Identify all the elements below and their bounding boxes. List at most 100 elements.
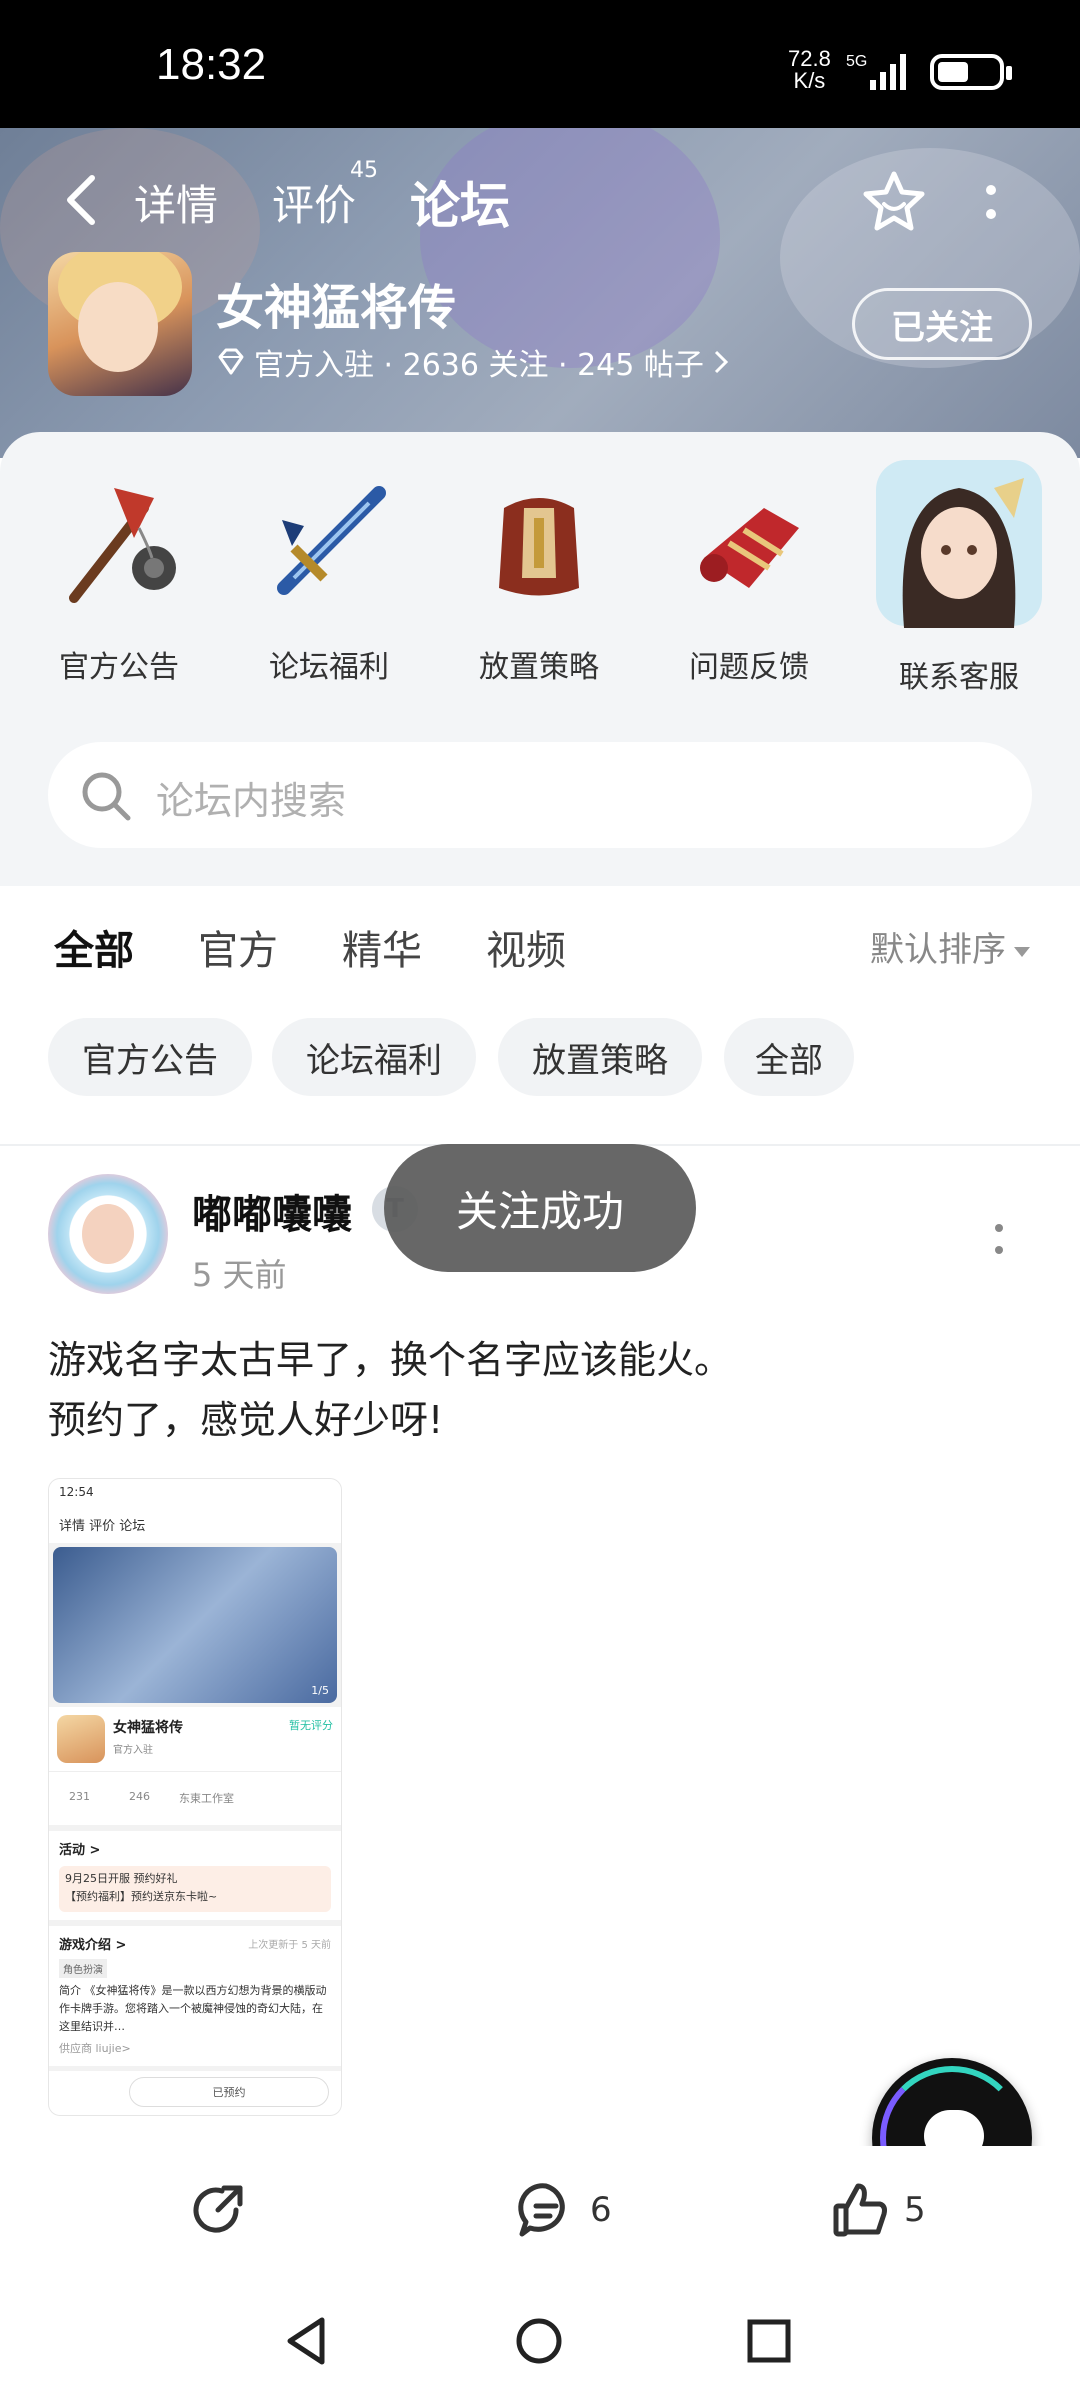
chip-all[interactable]: 全部 — [724, 1018, 854, 1096]
screenshot-game-row: 女神猛将传 官方入驻 暂无评分 — [49, 1707, 341, 1771]
category-idle-strategy[interactable]: 放置策略 — [454, 468, 624, 686]
game-info: 女神猛将传 官方入驻 · 2636 关注 · 245 帖子 已关注 — [0, 248, 1080, 408]
screenshot-stat: 东東工作室 — [179, 1792, 234, 1805]
diamond-icon — [218, 348, 244, 375]
search-icon — [82, 772, 131, 821]
filter-tab-all[interactable]: 全部 — [54, 918, 134, 976]
sort-dropdown[interactable]: 默认排序 — [870, 922, 1030, 971]
screenshot-banner: 1/5 — [53, 1547, 337, 1703]
status-bar: 18:32 72.8 K/s 5G — [0, 0, 1080, 128]
tab-details[interactable]: 详情 — [134, 172, 218, 233]
post-username[interactable]: 嘟嘟囔囔 — [192, 1182, 352, 1240]
more-vertical-icon[interactable] — [984, 180, 998, 228]
tab-reviews[interactable]: 评价 — [272, 172, 356, 233]
screenshot-promo: 9月25日开服 预约好礼 【预约福利】预约送京东卡啦~ — [59, 1866, 331, 1912]
like-button[interactable]: 5 — [830, 2180, 926, 2240]
clock: 18:32 — [156, 40, 267, 89]
screenshot-activity-title: 活动 > — [59, 1843, 101, 1858]
game-meta-text: 官方入驻 · 2636 关注 · 245 帖子 — [254, 348, 704, 383]
screenshot-tag: 角色扮演 — [59, 1959, 107, 1978]
post-filters: 全部 官方 精华 视频 默认排序 官方公告 论坛福利 放置策略 全部 — [0, 886, 1080, 1146]
favorite-star-icon[interactable] — [862, 170, 926, 234]
sort-label: 默认排序 — [870, 930, 1006, 970]
post-card[interactable]: 嘟嘟囔囔 T 5 天前 游戏名字太古早了，换个名字应该能火。 预约了，感觉人好少… — [0, 1146, 1080, 2146]
nav-recents-icon[interactable] — [744, 2316, 794, 2366]
screenshot-reserved: 已预约 — [129, 2077, 329, 2107]
category-customer-service[interactable]: 联系客服 — [874, 460, 1044, 696]
screenshot-status-time: 12:54 — [49, 1479, 341, 1507]
screenshot-bottom-bar: 已预约 — [49, 2071, 341, 2115]
chevron-right-icon — [714, 350, 729, 374]
chip-forum-welfare[interactable]: 论坛福利 — [272, 1018, 476, 1096]
game-icon[interactable] — [48, 252, 192, 396]
screenshot-nav: 详情 评价 论坛 — [49, 1507, 341, 1543]
post-time: 5 天前 — [192, 1256, 287, 1294]
screenshot-game-title: 女神猛将传 — [113, 1720, 183, 1736]
sword-icon — [277, 486, 386, 595]
comment-count: 6 — [590, 2190, 612, 2230]
screenshot-official: 官方入驻 — [113, 1745, 153, 1756]
screenshot-intro-text: 简介 《女神猛将传》是一款以西方幻想为背景的横版动作卡牌手游。您将踏入一个被魔神… — [59, 1984, 327, 2033]
dropdown-arrow-icon — [1014, 946, 1030, 957]
category-label: 放置策略 — [479, 650, 599, 685]
forum-search-bar[interactable]: 论坛内搜索 — [48, 742, 1032, 848]
share-icon — [193, 2185, 243, 2233]
tab-forum-label: 论坛 — [410, 177, 510, 235]
character-avatar-icon — [876, 460, 1042, 628]
signal-icon: 5G — [846, 53, 906, 90]
battery-icon — [930, 54, 1012, 90]
post-image[interactable]: 12:54 详情 评价 论坛 1/5 女神猛将传 官方入驻 暂无评分 231 2… — [48, 1478, 342, 2116]
nav-back-icon[interactable] — [282, 2316, 332, 2366]
armor-icon — [499, 498, 579, 596]
avatar[interactable] — [48, 1174, 168, 1294]
screenshot-promo-line: 【预约福利】预约送京东卡啦~ — [65, 1890, 218, 1903]
screenshot-no-rating: 暂无评分 — [289, 1719, 333, 1732]
screenshot-game-icon — [57, 1715, 105, 1763]
category-label: 论坛福利 — [269, 650, 389, 685]
net-speed: 72.8 K/s — [788, 48, 831, 92]
back-arrow-icon[interactable] — [62, 172, 102, 228]
net-speed-value: 72.8 — [788, 46, 831, 71]
like-count: 5 — [904, 2190, 926, 2230]
screenshot-activity: 活动 > 9月25日开服 预约好礼 【预约福利】预约送京东卡啦~ — [49, 1831, 341, 1920]
comment-button[interactable]: 6 — [516, 2180, 612, 2240]
category-label: 联系客服 — [899, 660, 1019, 695]
post-text-line: 预约了，感觉人好少呀! — [48, 1398, 444, 1442]
svg-text:5G: 5G — [846, 53, 867, 70]
forum-category-panel: 官方公告 论坛福利 放置策略 问题反馈 联系客服 论坛内搜索 — [0, 432, 1080, 886]
comment-icon — [518, 2183, 565, 2237]
game-title: 女神猛将传 — [216, 280, 457, 336]
category-official-notice[interactable]: 官方公告 — [34, 468, 204, 686]
toast-message: 关注成功 — [384, 1144, 696, 1272]
screenshot-provider: 供应商 liujie> — [59, 2042, 131, 2055]
chip-official-notice[interactable]: 官方公告 — [48, 1018, 252, 1096]
category-feedback[interactable]: 问题反馈 — [664, 468, 834, 686]
follow-button[interactable]: 已关注 — [852, 288, 1032, 360]
search-input[interactable]: 论坛内搜索 — [156, 770, 346, 825]
net-speed-unit: K/s — [793, 68, 826, 93]
chip-idle-strategy[interactable]: 放置策略 — [498, 1018, 702, 1096]
nav-home-icon[interactable] — [514, 2316, 564, 2366]
share-button[interactable] — [188, 2180, 248, 2240]
screenshot-page-indicator: 1/5 — [311, 1684, 329, 1697]
mace-icon — [69, 488, 176, 603]
category-label: 官方公告 — [59, 650, 179, 685]
post-content: 游戏名字太古早了，换个名字应该能火。 预约了，感觉人好少呀! — [48, 1330, 1038, 1450]
screenshot-updated: 上次更新于 5 天前 — [248, 1940, 331, 1951]
category-forum-welfare[interactable]: 论坛福利 — [244, 468, 414, 686]
post-text-line: 游戏名字太古早了，换个名字应该能火。 — [48, 1338, 733, 1382]
category-label: 问题反馈 — [689, 650, 809, 685]
screenshot-stats: 231 246 东東工作室 — [49, 1771, 341, 1825]
filter-tab-featured[interactable]: 精华 — [342, 918, 422, 976]
filter-tab-video[interactable]: 视频 — [486, 918, 566, 976]
tab-forum[interactable]: 论坛 — [406, 166, 514, 238]
screenshot-promo-line: 9月25日开服 预约好礼 — [65, 1872, 178, 1885]
game-meta[interactable]: 官方入驻 · 2636 关注 · 245 帖子 — [216, 340, 730, 384]
system-nav-bar — [0, 2278, 1080, 2400]
top-nav: 详情 评价 45 论坛 — [0, 128, 1080, 268]
thumbs-up-icon — [833, 2183, 887, 2237]
filter-tab-official[interactable]: 官方 — [198, 918, 278, 976]
screenshot-stat: 246 — [129, 1790, 150, 1803]
post-more-icon[interactable] — [994, 1222, 1004, 1256]
screenshot-intro: 游戏介绍 > 上次更新于 5 天前 角色扮演 简介 《女神猛将传》是一款以西方幻… — [49, 1926, 341, 2066]
